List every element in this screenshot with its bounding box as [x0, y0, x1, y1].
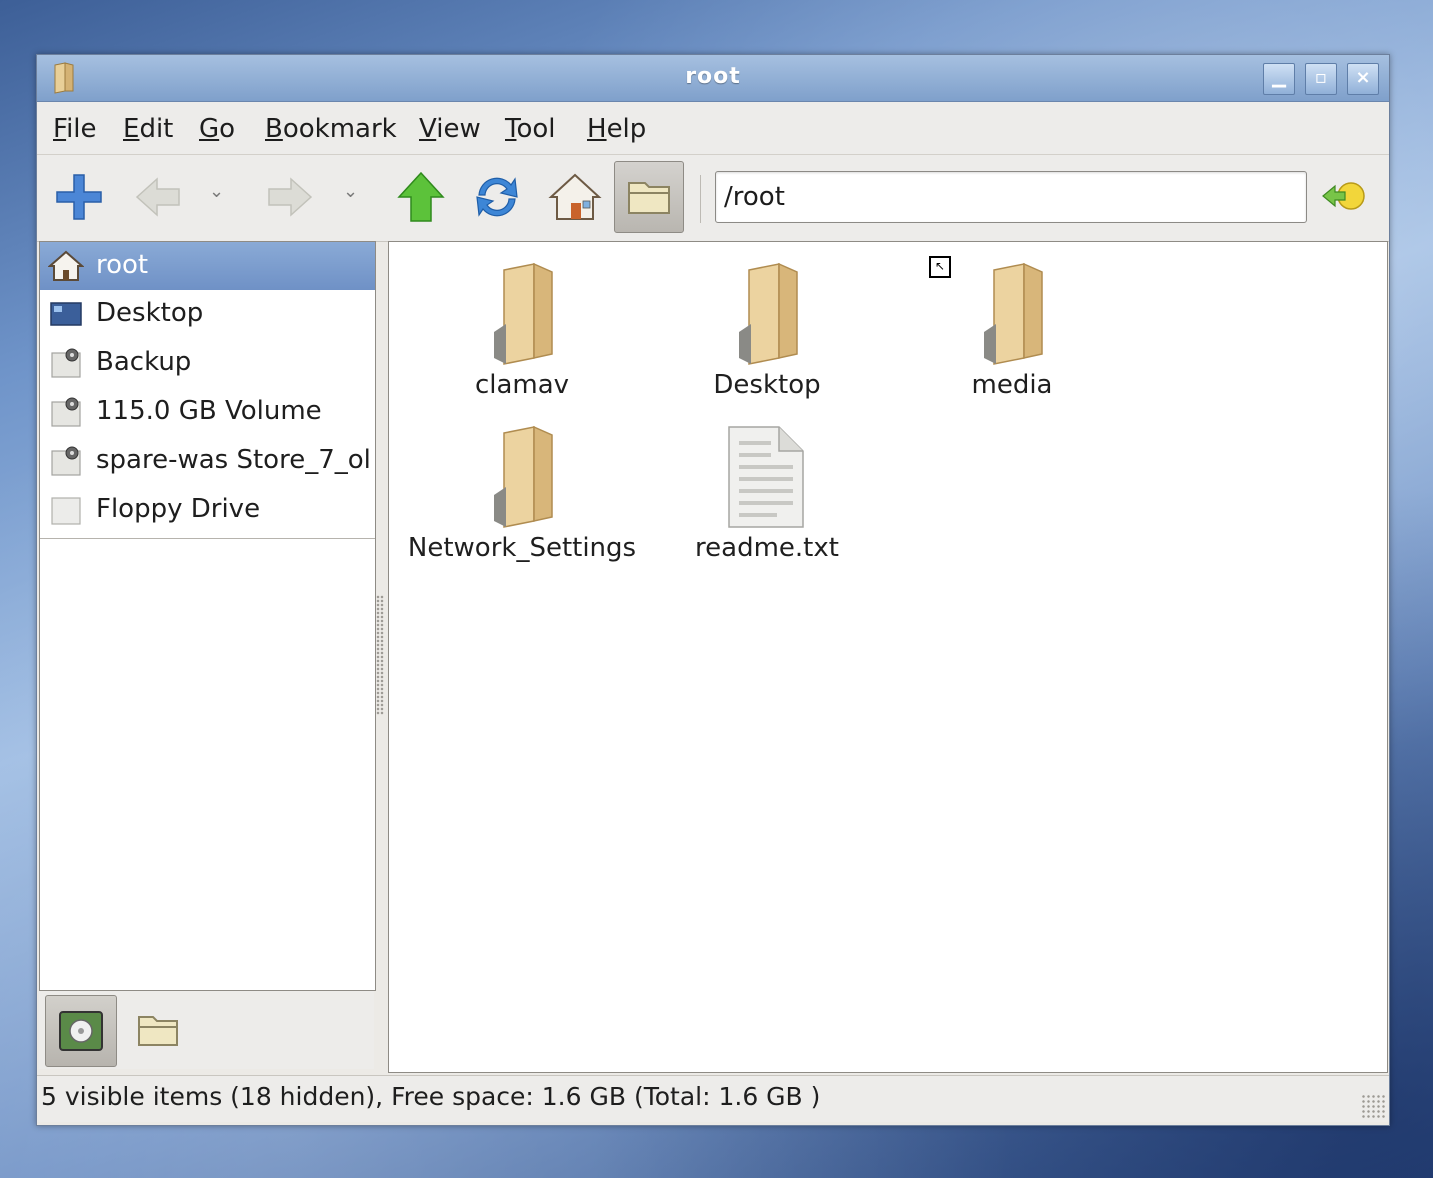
drive-icon	[51, 348, 81, 378]
close-button[interactable]: ×	[1347, 63, 1379, 95]
location-input[interactable]	[716, 172, 1302, 222]
sidebar-item-backup[interactable]: Backup	[40, 339, 375, 387]
drive-icon	[51, 397, 81, 427]
home-button[interactable]	[545, 167, 605, 227]
symlink-badge-icon: ↖	[929, 256, 951, 278]
up-button[interactable]	[391, 167, 451, 227]
file-item-media[interactable]: ↖ media	[889, 252, 1135, 412]
pane-resize-handle[interactable]	[376, 595, 384, 715]
file-item-network-settings[interactable]: Network_Settings	[399, 415, 645, 575]
menu-view[interactable]: View	[419, 114, 481, 144]
home-icon	[48, 250, 84, 281]
window-title: root	[685, 64, 741, 89]
go-icon	[1322, 182, 1365, 210]
title-bar[interactable]: root ▁ ▫ ×	[37, 55, 1389, 102]
menu-bookmark[interactable]: Bookmark	[265, 114, 397, 144]
home-icon	[548, 173, 602, 220]
drive-icon	[51, 446, 81, 476]
folder-view-icon	[628, 182, 670, 214]
tab-directory-tree[interactable]	[123, 995, 193, 1065]
forward-arrow-icon	[268, 177, 313, 217]
status-bar: 5 visible items (18 hidden), Free space:…	[37, 1075, 1389, 1122]
folder-icon	[494, 425, 553, 528]
reload-button[interactable]	[467, 167, 527, 227]
menu-tool[interactable]: Tool	[505, 114, 556, 144]
file-item-clamav[interactable]: clamav	[399, 252, 645, 412]
folder-view-button[interactable]	[614, 161, 684, 233]
file-item-desktop[interactable]: Desktop	[644, 252, 890, 412]
directory-tree-icon	[138, 1016, 178, 1046]
maximize-button[interactable]: ▫	[1305, 63, 1337, 95]
forward-button[interactable]	[259, 167, 319, 227]
text-file-icon	[728, 426, 804, 528]
sidebar-item-floppy[interactable]: Floppy Drive	[40, 486, 375, 534]
folder-icon	[739, 262, 798, 365]
sidebar-item-label: spare-was Store_7_old_	[96, 445, 371, 475]
menu-edit[interactable]: Edit	[123, 114, 173, 144]
path-bar[interactable]	[715, 171, 1307, 223]
sidebar-item-root[interactable]: root	[40, 242, 375, 290]
back-history-chevron-icon[interactable]: ⌄	[209, 181, 224, 202]
toolbar-separator	[700, 175, 701, 223]
menu-file[interactable]: File	[53, 114, 97, 144]
back-arrow-icon	[135, 177, 180, 217]
status-text: 5 visible items (18 hidden), Free space:…	[41, 1082, 821, 1111]
file-manager-window: root ▁ ▫ × File Edit Go Bookmark View To…	[36, 54, 1390, 1126]
menu-go[interactable]: Go	[199, 114, 235, 144]
places-sidebar: root Desktop Backup 115.0 GB Volume spar…	[39, 241, 376, 991]
file-name: Network_Settings	[407, 533, 637, 563]
tab-places[interactable]	[45, 995, 117, 1067]
menu-bar: File Edit Go Bookmark View Tool Help	[37, 102, 1389, 155]
reload-icon	[476, 177, 518, 217]
sidebar-item-spare-store[interactable]: spare-was Store_7_old_	[40, 437, 375, 485]
file-name: readme.txt	[695, 533, 839, 563]
sidebar-item-label: Backup	[96, 347, 192, 377]
back-button[interactable]	[129, 167, 189, 227]
new-tab-button[interactable]	[49, 167, 109, 227]
file-name: Desktop	[713, 370, 821, 400]
plus-icon	[56, 174, 102, 220]
folder-icon	[984, 262, 1043, 365]
menu-help[interactable]: Help	[587, 114, 646, 144]
window-resize-grip[interactable]	[1361, 1094, 1385, 1118]
sidebar-item-label: root	[96, 250, 149, 280]
sidebar-mode-tabs	[39, 991, 374, 1069]
up-arrow-icon	[397, 171, 445, 222]
sidebar-item-label: 115.0 GB Volume	[96, 396, 322, 426]
go-button[interactable]	[1319, 176, 1371, 218]
file-name: clamav	[474, 370, 570, 400]
places-icon	[59, 1011, 103, 1051]
desktop-icon	[50, 302, 82, 326]
file-item-readme[interactable]: readme.txt	[644, 415, 890, 575]
sidebar-item-desktop[interactable]: Desktop	[40, 290, 375, 338]
minimize-button[interactable]: ▁	[1263, 63, 1295, 95]
sidebar-item-volume[interactable]: 115.0 GB Volume	[40, 388, 375, 436]
sidebar-divider	[40, 538, 375, 539]
file-name: media	[971, 370, 1053, 400]
file-view[interactable]: clamav Desktop ↖ media Network_Settings …	[388, 241, 1388, 1073]
sidebar-item-label: Floppy Drive	[96, 494, 261, 524]
folder-icon	[494, 262, 553, 365]
forward-history-chevron-icon[interactable]: ⌄	[343, 181, 358, 202]
sidebar-item-label: Desktop	[96, 298, 204, 328]
floppy-icon	[51, 497, 81, 525]
